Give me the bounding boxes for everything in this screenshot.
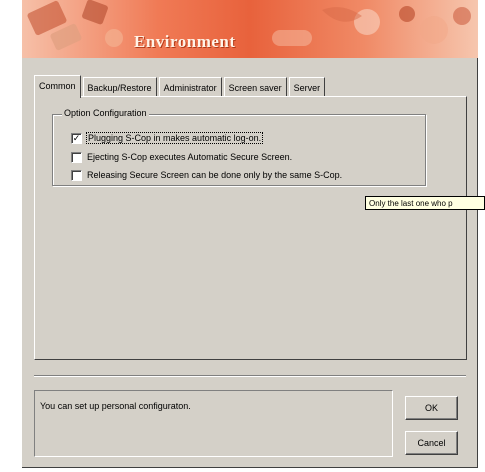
tab-administrator[interactable]: Administrator xyxy=(158,77,222,97)
status-description: You can set up personal configuraton. xyxy=(34,390,393,457)
option-eject-secure-screen[interactable]: Ejecting S-Cop executes Automatic Secure… xyxy=(71,150,292,164)
header-banner: Environment xyxy=(22,0,478,58)
banner-decoration-icon xyxy=(27,0,471,51)
release-same-scop-checkbox[interactable] xyxy=(71,169,82,181)
group-legend: Option Configuration xyxy=(62,108,149,118)
tab-screen-saver[interactable]: Screen saver xyxy=(223,77,287,97)
tab-strip: Common Backup/Restore Administrator Scre… xyxy=(34,75,327,98)
tab-common[interactable]: Common xyxy=(34,75,81,98)
tab-backup-restore[interactable]: Backup/Restore xyxy=(82,77,157,97)
tab-server[interactable]: Server xyxy=(288,77,326,97)
divider xyxy=(34,375,466,377)
ok-button[interactable]: OK xyxy=(405,396,458,420)
auto-logon-checkbox[interactable]: ✓ xyxy=(71,132,82,144)
option-release-same-scop[interactable]: Releasing Secure Screen can be done only… xyxy=(71,168,342,182)
tab-panel-common: Option Configuration ✓ Plugging S-Cop in… xyxy=(34,96,467,360)
environment-dialog: Environment Common Backup/Restore Admini… xyxy=(22,0,478,468)
auto-logon-label: Plugging S-Cop in makes automatic log-on… xyxy=(85,132,264,144)
option-auto-logon[interactable]: ✓ Plugging S-Cop in makes automatic log-… xyxy=(71,131,264,145)
release-same-scop-label: Releasing Secure Screen can be done only… xyxy=(87,170,343,180)
eject-secure-screen-checkbox[interactable] xyxy=(71,151,82,163)
window-title: Environment xyxy=(134,32,236,51)
eject-secure-screen-label: Ejecting S-Cop executes Automatic Secure… xyxy=(87,152,293,162)
tooltip: Only the last one who p xyxy=(365,196,485,210)
cancel-button[interactable]: Cancel xyxy=(405,431,458,455)
